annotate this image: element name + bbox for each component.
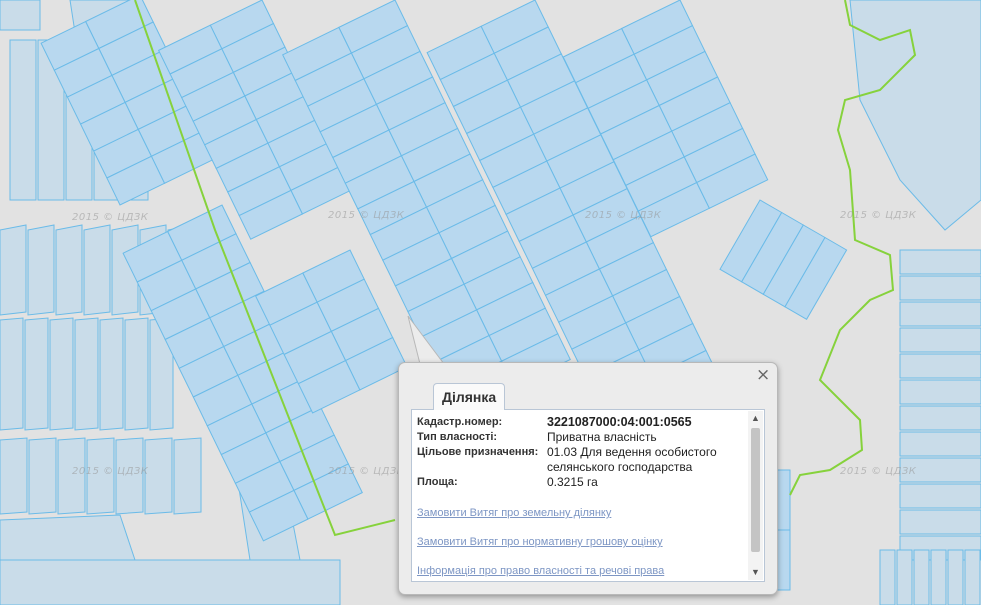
land-parcel	[0, 0, 41, 31]
land-parcel	[74, 317, 99, 431]
land-parcel	[896, 549, 913, 605]
land-parcel	[144, 437, 173, 515]
ownership-info-link[interactable]: Інформація про право власності та речові…	[417, 564, 749, 579]
field-label: Кадастр.номер:	[417, 416, 503, 428]
land-parcel	[899, 457, 981, 483]
field-label: Тип власності:	[417, 431, 498, 443]
land-parcel	[57, 437, 86, 515]
order-valuation-extract-link[interactable]: Замовити Витяг про нормативну грошову оц…	[417, 535, 749, 550]
land-parcel	[964, 549, 981, 605]
purpose-row: Цільове призначення: 01.03 Для ведення о…	[417, 445, 749, 475]
land-parcel	[879, 549, 896, 605]
field-label: Цільове призначення:	[417, 446, 539, 458]
land-parcel	[930, 549, 947, 605]
area-row: Площа: 0.3215 га	[417, 475, 749, 490]
popup-pointer	[407, 315, 450, 368]
ownership-type-value: Приватна власність	[547, 430, 657, 444]
land-parcel	[899, 249, 981, 275]
land-parcel	[55, 224, 83, 316]
close-icon[interactable]: ×	[756, 367, 770, 384]
land-parcel	[86, 437, 115, 515]
land-parcel	[899, 509, 981, 535]
land-parcel	[899, 483, 981, 509]
parcel-info-popup: × Ділянка Кадастр.номер: 3221087000:04:0…	[398, 362, 778, 595]
land-parcel	[99, 317, 124, 431]
land-parcel	[947, 549, 964, 605]
land-parcel	[899, 327, 981, 353]
land-parcel	[899, 275, 981, 301]
cadastral-number-row: Кадастр.номер: 3221087000:04:001:0565	[417, 415, 749, 430]
land-parcel	[115, 437, 144, 515]
land-parcel	[28, 437, 57, 515]
scrollbar-thumb[interactable]	[751, 428, 760, 552]
land-parcel	[9, 39, 37, 201]
land-parcel	[0, 437, 28, 515]
land-parcel	[27, 224, 55, 316]
land-parcel	[0, 317, 24, 431]
scroll-up-icon[interactable]: ▲	[748, 411, 763, 426]
area-value: 0.3215 га	[547, 475, 598, 489]
land-parcel	[83, 224, 111, 316]
field-label: Площа:	[417, 476, 458, 488]
land-parcel	[0, 559, 341, 605]
parcel-details-panel: Кадастр.номер: 3221087000:04:001:0565 Ти…	[411, 409, 765, 582]
land-parcel	[899, 353, 981, 379]
land-parcel	[899, 431, 981, 457]
land-parcel	[124, 317, 149, 431]
land-parcel	[49, 317, 74, 431]
ownership-type-row: Тип власності: Приватна власність	[417, 430, 749, 445]
tab-parcel[interactable]: Ділянка	[433, 383, 506, 410]
land-parcel	[173, 437, 202, 515]
cadastral-number-value: 3221087000:04:001:0565	[547, 415, 692, 429]
popup-scrollbar[interactable]: ▲ ▼	[748, 411, 763, 580]
parcel-details-content: Кадастр.номер: 3221087000:04:001:0565 Ти…	[417, 415, 749, 579]
order-land-extract-link[interactable]: Замовити Витяг про земельну ділянку	[417, 506, 749, 521]
land-parcel	[24, 317, 49, 431]
scroll-down-icon[interactable]: ▼	[748, 565, 763, 580]
land-parcel	[913, 549, 930, 605]
land-parcel	[899, 405, 981, 431]
land-parcel	[899, 301, 981, 327]
land-parcel	[0, 224, 27, 316]
land-parcel	[899, 379, 981, 405]
purpose-value: 01.03 Для ведення особистого селянського…	[547, 445, 717, 474]
